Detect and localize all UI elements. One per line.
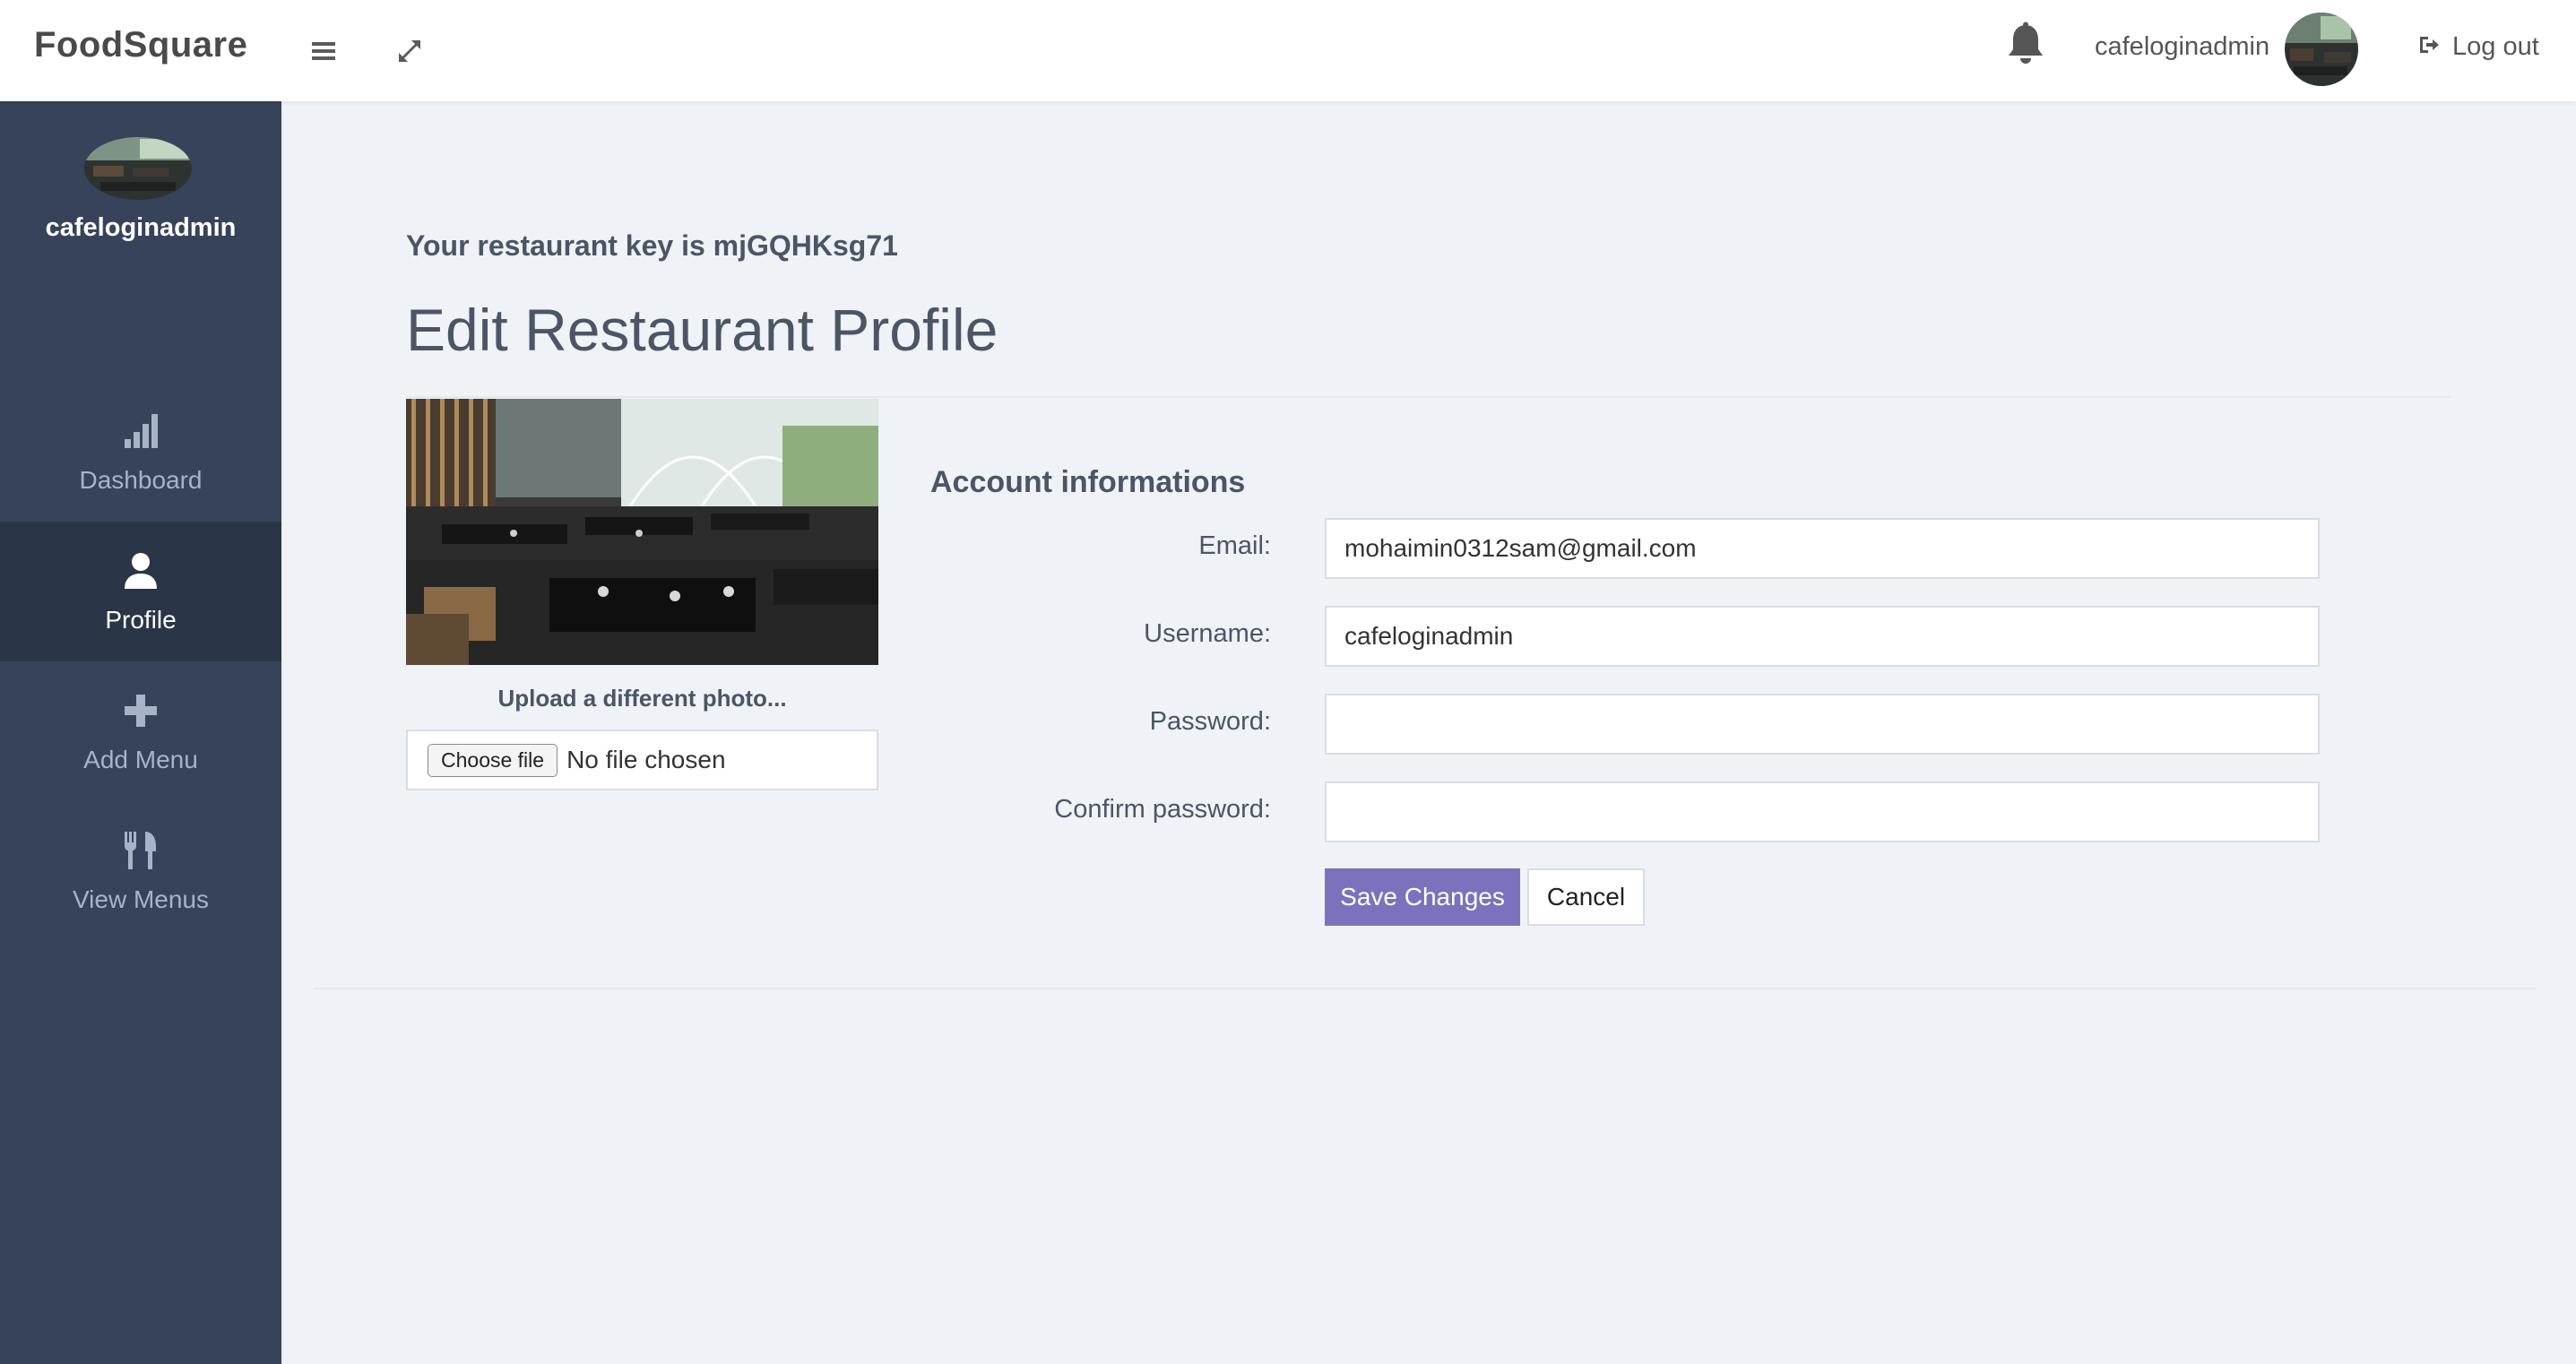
password-field[interactable] xyxy=(1325,694,2320,755)
sidebar-item-view-menus[interactable]: View Menus xyxy=(0,801,281,941)
plus-icon xyxy=(123,688,159,733)
brand-logo[interactable]: FoodSquare xyxy=(34,25,247,65)
topbar-avatar[interactable] xyxy=(2285,13,2358,86)
user-icon xyxy=(123,548,159,593)
menu-icon[interactable] xyxy=(303,30,344,72)
file-upload-input[interactable]: Choose file No file chosen xyxy=(406,729,878,790)
top-navbar: FoodSquare cafeloginadmin Log out xyxy=(0,0,2576,101)
sidebar-item-add-menu[interactable]: Add Menu xyxy=(0,661,281,801)
sidebar-item-label: Dashboard xyxy=(79,466,203,494)
sidebar: cafeloginadmin Dashboard Profile Add Men… xyxy=(0,101,281,1364)
cancel-button[interactable]: Cancel xyxy=(1527,868,1645,926)
no-file-text: No file chosen xyxy=(566,746,726,773)
logout-button[interactable]: Log out xyxy=(2418,32,2539,62)
sidebar-avatar xyxy=(84,137,192,200)
confirm-password-field[interactable] xyxy=(1325,781,2320,842)
username-label: Username: xyxy=(1144,619,1271,648)
confirm-password-label: Confirm password: xyxy=(1054,795,1271,824)
logout-label: Log out xyxy=(2452,32,2539,61)
username-field[interactable] xyxy=(1325,606,2320,667)
sidebar-username: cafeloginadmin xyxy=(45,213,237,242)
topbar-username[interactable]: cafeloginadmin xyxy=(2095,32,2269,62)
restaurant-photo xyxy=(406,399,878,665)
sidebar-item-dashboard[interactable]: Dashboard xyxy=(0,382,281,522)
bar-chart-icon xyxy=(123,409,159,453)
restaurant-key-text: Your restaurant key is mjGQHKsg71 xyxy=(406,229,898,262)
bell-icon[interactable] xyxy=(2004,20,2047,68)
password-label: Password: xyxy=(1149,707,1271,736)
page-title: Edit Restaurant Profile xyxy=(406,297,998,363)
account-section-title: Account informations xyxy=(930,465,1246,499)
divider xyxy=(314,988,2537,989)
sidebar-item-profile[interactable]: Profile xyxy=(0,522,281,661)
expand-icon[interactable] xyxy=(389,30,430,72)
email-label: Email: xyxy=(1198,531,1271,560)
logout-icon xyxy=(2418,32,2440,62)
save-changes-button[interactable]: Save Changes xyxy=(1325,868,1520,926)
divider xyxy=(406,396,2450,398)
cutlery-icon xyxy=(122,828,160,873)
email-field[interactable] xyxy=(1325,518,2320,579)
sidebar-item-label: Add Menu xyxy=(83,746,198,773)
sidebar-item-label: View Menus xyxy=(72,885,209,913)
sidebar-item-label: Profile xyxy=(105,606,177,634)
choose-file-button[interactable]: Choose file xyxy=(428,743,558,777)
upload-photo-label: Upload a different photo... xyxy=(497,685,787,712)
